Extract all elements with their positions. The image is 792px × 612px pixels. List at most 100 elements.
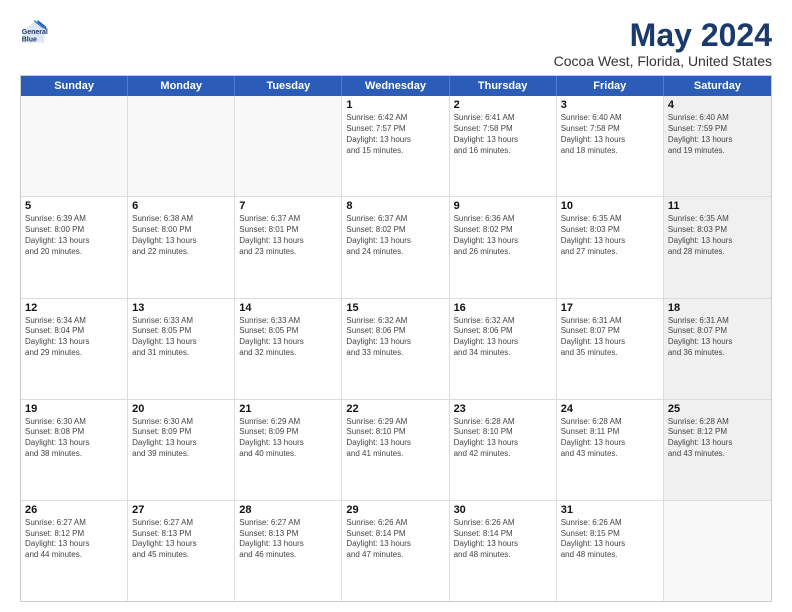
cell-info: Sunrise: 6:26 AM Sunset: 8:14 PM Dayligh… [454, 518, 552, 561]
cell-info: Sunrise: 6:41 AM Sunset: 7:58 PM Dayligh… [454, 113, 552, 156]
calendar: SundayMondayTuesdayWednesdayThursdayFrid… [20, 75, 772, 602]
calendar-cell: 28 Sunrise: 6:27 AM Sunset: 8:13 PM Dayli… [235, 501, 342, 601]
subtitle: Cocoa West, Florida, United States [554, 53, 772, 69]
calendar-cell: 11 Sunrise: 6:35 AM Sunset: 8:03 PM Dayli… [664, 197, 771, 297]
calendar-cell: 20 Sunrise: 6:30 AM Sunset: 8:09 PM Dayli… [128, 400, 235, 500]
day-number: 20 [132, 403, 230, 415]
calendar-header-day: Thursday [450, 76, 557, 96]
calendar-cell: 8Sunrise: 6:37 AM Sunset: 8:02 PM Daylig… [342, 197, 449, 297]
main-title: May 2024 [554, 18, 772, 53]
calendar-cell: 24 Sunrise: 6:28 AM Sunset: 8:11 PM Dayli… [557, 400, 664, 500]
calendar-cell: 15 Sunrise: 6:32 AM Sunset: 8:06 PM Dayli… [342, 299, 449, 399]
day-number: 30 [454, 504, 552, 516]
day-number: 25 [668, 403, 767, 415]
cell-info: Sunrise: 6:30 AM Sunset: 8:09 PM Dayligh… [132, 417, 230, 460]
page: General Blue May 2024 Cocoa West, Florid… [0, 0, 792, 612]
title-block: May 2024 Cocoa West, Florida, United Sta… [554, 18, 772, 69]
day-number: 8 [346, 200, 444, 212]
day-number: 5 [25, 200, 123, 212]
cell-info: Sunrise: 6:26 AM Sunset: 8:14 PM Dayligh… [346, 518, 444, 561]
day-number: 26 [25, 504, 123, 516]
calendar-cell: 29 Sunrise: 6:26 AM Sunset: 8:14 PM Dayli… [342, 501, 449, 601]
day-number: 14 [239, 302, 337, 314]
day-number: 3 [561, 99, 659, 111]
day-number: 27 [132, 504, 230, 516]
cell-info: Sunrise: 6:27 AM Sunset: 8:13 PM Dayligh… [239, 518, 337, 561]
cell-info: Sunrise: 6:30 AM Sunset: 8:08 PM Dayligh… [25, 417, 123, 460]
calendar-cell: 27Sunrise: 6:27 AM Sunset: 8:13 PM Dayli… [128, 501, 235, 601]
svg-text:Blue: Blue [22, 37, 37, 44]
day-number: 23 [454, 403, 552, 415]
calendar-cell: 18 Sunrise: 6:31 AM Sunset: 8:07 PM Dayli… [664, 299, 771, 399]
logo-icon: General Blue [20, 18, 48, 46]
day-number: 28 [239, 504, 337, 516]
cell-info: Sunrise: 6:37 AM Sunset: 8:01 PM Dayligh… [239, 214, 337, 257]
calendar-cell: 9 Sunrise: 6:36 AM Sunset: 8:02 PM Daylig… [450, 197, 557, 297]
day-number: 2 [454, 99, 552, 111]
day-number: 17 [561, 302, 659, 314]
calendar-cell: 1Sunrise: 6:42 AM Sunset: 7:57 PM Daylig… [342, 96, 449, 196]
cell-info: Sunrise: 6:35 AM Sunset: 8:03 PM Dayligh… [561, 214, 659, 257]
logo: General Blue [20, 18, 48, 46]
svg-text:General: General [22, 29, 48, 36]
calendar-cell: 2 Sunrise: 6:41 AM Sunset: 7:58 PM Daylig… [450, 96, 557, 196]
calendar-row: 12Sunrise: 6:34 AM Sunset: 8:04 PM Dayli… [21, 299, 771, 400]
calendar-row: 19 Sunrise: 6:30 AM Sunset: 8:08 PM Dayli… [21, 400, 771, 501]
calendar-cell: 14 Sunrise: 6:33 AM Sunset: 8:05 PM Dayli… [235, 299, 342, 399]
calendar-cell: 19 Sunrise: 6:30 AM Sunset: 8:08 PM Dayli… [21, 400, 128, 500]
day-number: 6 [132, 200, 230, 212]
cell-info: Sunrise: 6:32 AM Sunset: 8:06 PM Dayligh… [346, 316, 444, 359]
cell-info: Sunrise: 6:39 AM Sunset: 8:00 PM Dayligh… [25, 214, 123, 257]
cell-info: Sunrise: 6:28 AM Sunset: 8:12 PM Dayligh… [668, 417, 767, 460]
cell-info: Sunrise: 6:29 AM Sunset: 8:10 PM Dayligh… [346, 417, 444, 460]
cell-info: Sunrise: 6:36 AM Sunset: 8:02 PM Dayligh… [454, 214, 552, 257]
day-number: 18 [668, 302, 767, 314]
cell-info: Sunrise: 6:35 AM Sunset: 8:03 PM Dayligh… [668, 214, 767, 257]
cell-info: Sunrise: 6:38 AM Sunset: 8:00 PM Dayligh… [132, 214, 230, 257]
header-area: General Blue May 2024 Cocoa West, Florid… [20, 18, 772, 69]
day-number: 31 [561, 504, 659, 516]
day-number: 11 [668, 200, 767, 212]
day-number: 29 [346, 504, 444, 516]
day-number: 24 [561, 403, 659, 415]
day-number: 15 [346, 302, 444, 314]
cell-info: Sunrise: 6:33 AM Sunset: 8:05 PM Dayligh… [239, 316, 337, 359]
cell-info: Sunrise: 6:29 AM Sunset: 8:09 PM Dayligh… [239, 417, 337, 460]
calendar-cell: 6 Sunrise: 6:38 AM Sunset: 8:00 PM Daylig… [128, 197, 235, 297]
cell-info: Sunrise: 6:32 AM Sunset: 8:06 PM Dayligh… [454, 316, 552, 359]
calendar-cell: 17 Sunrise: 6:31 AM Sunset: 8:07 PM Dayli… [557, 299, 664, 399]
calendar-cell [664, 501, 771, 601]
calendar-cell [21, 96, 128, 196]
calendar-cell: 13Sunrise: 6:33 AM Sunset: 8:05 PM Dayli… [128, 299, 235, 399]
cell-info: Sunrise: 6:40 AM Sunset: 7:58 PM Dayligh… [561, 113, 659, 156]
calendar-cell: 3 Sunrise: 6:40 AM Sunset: 7:58 PM Daylig… [557, 96, 664, 196]
calendar-row: 26 Sunrise: 6:27 AM Sunset: 8:12 PM Dayli… [21, 501, 771, 601]
cell-info: Sunrise: 6:28 AM Sunset: 8:10 PM Dayligh… [454, 417, 552, 460]
calendar-row: 5 Sunrise: 6:39 AM Sunset: 8:00 PM Daylig… [21, 197, 771, 298]
calendar-cell: 31 Sunrise: 6:26 AM Sunset: 8:15 PM Dayli… [557, 501, 664, 601]
calendar-cell: 5 Sunrise: 6:39 AM Sunset: 8:00 PM Daylig… [21, 197, 128, 297]
cell-info: Sunrise: 6:31 AM Sunset: 8:07 PM Dayligh… [561, 316, 659, 359]
cell-info: Sunrise: 6:26 AM Sunset: 8:15 PM Dayligh… [561, 518, 659, 561]
cell-info: Sunrise: 6:31 AM Sunset: 8:07 PM Dayligh… [668, 316, 767, 359]
calendar-cell [128, 96, 235, 196]
calendar-cell: 10Sunrise: 6:35 AM Sunset: 8:03 PM Dayli… [557, 197, 664, 297]
day-number: 12 [25, 302, 123, 314]
day-number: 19 [25, 403, 123, 415]
calendar-cell: 23 Sunrise: 6:28 AM Sunset: 8:10 PM Dayli… [450, 400, 557, 500]
day-number: 4 [668, 99, 767, 111]
day-number: 16 [454, 302, 552, 314]
calendar-header: SundayMondayTuesdayWednesdayThursdayFrid… [21, 76, 771, 96]
calendar-cell: 30 Sunrise: 6:26 AM Sunset: 8:14 PM Dayli… [450, 501, 557, 601]
calendar-header-day: Friday [557, 76, 664, 96]
calendar-cell: 22Sunrise: 6:29 AM Sunset: 8:10 PM Dayli… [342, 400, 449, 500]
cell-info: Sunrise: 6:40 AM Sunset: 7:59 PM Dayligh… [668, 113, 767, 156]
calendar-header-day: Sunday [21, 76, 128, 96]
day-number: 9 [454, 200, 552, 212]
day-number: 1 [346, 99, 444, 111]
calendar-body: 1Sunrise: 6:42 AM Sunset: 7:57 PM Daylig… [21, 96, 771, 601]
calendar-cell: 16 Sunrise: 6:32 AM Sunset: 8:06 PM Dayli… [450, 299, 557, 399]
cell-info: Sunrise: 6:27 AM Sunset: 8:12 PM Dayligh… [25, 518, 123, 561]
cell-info: Sunrise: 6:28 AM Sunset: 8:11 PM Dayligh… [561, 417, 659, 460]
day-number: 7 [239, 200, 337, 212]
